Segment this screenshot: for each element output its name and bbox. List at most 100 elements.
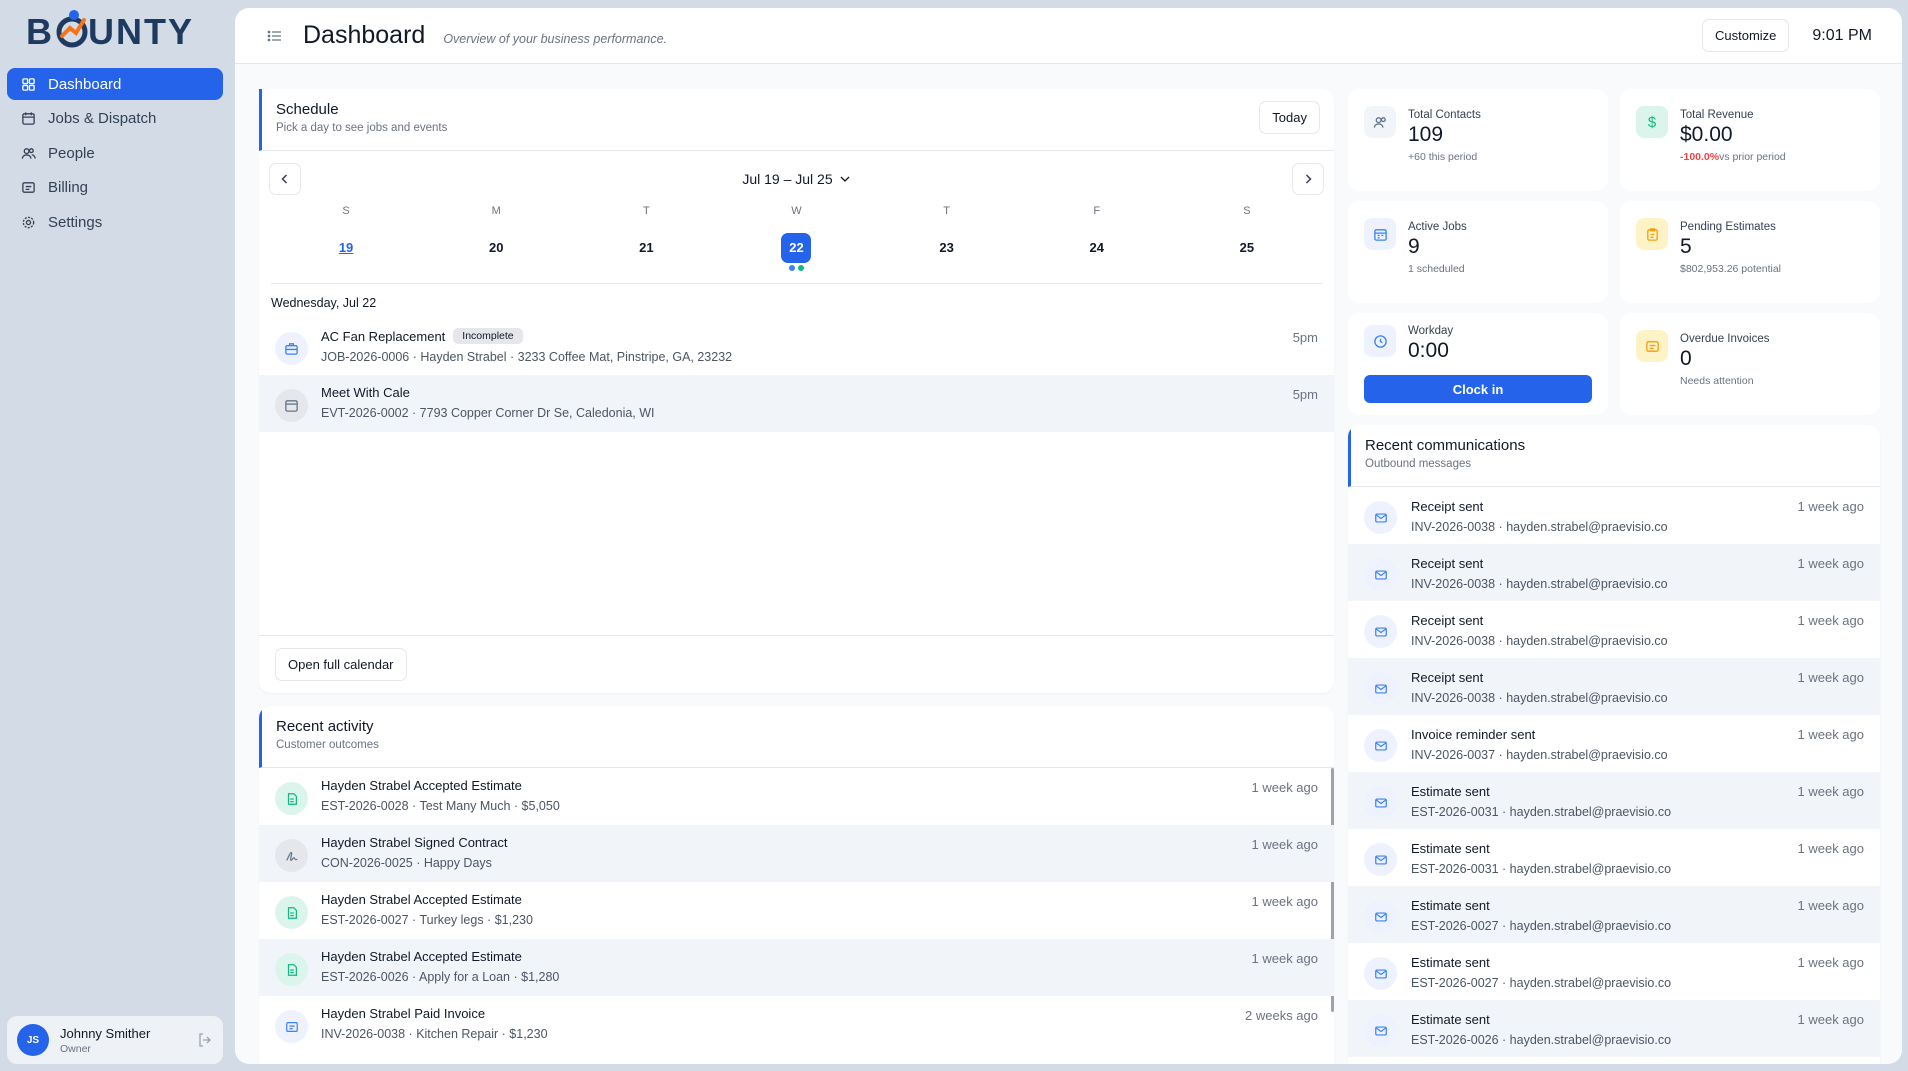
main-panel: Dashboard Overview of your business perf… [235, 8, 1902, 1064]
prev-week-button[interactable] [269, 163, 301, 195]
event-time: 5pm [1292, 330, 1318, 345]
communication-title: Invoice reminder sent [1411, 727, 1536, 742]
sidebar-item-billing[interactable]: Billing [7, 172, 223, 204]
stat-total-revenue[interactable]: $ Total Revenue $0.00 -100.0%vs prior peri… [1620, 89, 1880, 191]
stat-total-contacts[interactable]: Total Contacts 109 +60 this period [1348, 89, 1608, 191]
chevron-left-icon [281, 174, 288, 184]
stat-workday: Workday 0:00 Clock in [1348, 313, 1608, 415]
open-full-calendar-button[interactable]: Open full calendar [275, 648, 407, 681]
day-column[interactable]: T 21 [571, 199, 721, 273]
activity-details: EST-2026-0026 · Apply for a Loan · $1,28… [321, 970, 560, 984]
sidebar-item-label: Settings [48, 213, 103, 231]
day-column[interactable]: S 25 [1172, 199, 1322, 273]
communication-details: INV-2026-0038 · hayden.strabel@praevisio… [1411, 634, 1668, 648]
sidebar-nav: Dashboard Jobs & Dispatch People Billing… [7, 68, 223, 241]
day-column[interactable]: S 19 [271, 199, 421, 273]
user-card[interactable]: JS Johnny Smither Owner [7, 1016, 223, 1064]
communication-time: 1 week ago [1797, 499, 1865, 514]
week-range-label: Jul 19 – Jul 25 [742, 171, 833, 187]
day-number[interactable]: 21 [631, 233, 661, 263]
event-details: EVT-2026-0002 · 7793 Copper Corner Dr Se… [321, 406, 655, 420]
day-column[interactable]: W 22 [721, 199, 871, 273]
sidebar-item-settings[interactable]: Settings [7, 206, 223, 238]
communication-item[interactable]: Invoice reminder sent INV-2026-0037 · hay… [1348, 715, 1880, 772]
communication-item[interactable]: Receipt sent INV-2026-0038 · hayden.strab… [1348, 487, 1880, 544]
page-subtitle: Overview of your business performance. [443, 31, 668, 46]
communication-item[interactable]: Estimate sent EST-2026-0026 · hayden.stra… [1348, 1000, 1880, 1057]
activity-item[interactable]: Hayden Strabel Accepted Estimate EST-2026… [259, 768, 1334, 825]
communication-title: Estimate sent [1411, 841, 1490, 856]
users-icon [21, 147, 36, 159]
stat-change: -100.0% [1680, 151, 1720, 163]
invoice-icon [1636, 330, 1668, 362]
week-range-selector[interactable]: Jul 19 – Jul 25 [742, 171, 850, 187]
sidebar-item-dashboard[interactable]: Dashboard [7, 68, 223, 100]
day-letter: M [491, 205, 501, 217]
estimate-icon [275, 782, 308, 815]
event-title: AC Fan Replacement [321, 328, 446, 344]
communication-item[interactable]: Estimate sent EST-2026-0027 · hayden.stra… [1348, 886, 1880, 943]
event-details: JOB-2026-0006 · Hayden Strabel · 3233 Co… [321, 350, 733, 364]
clock-in-button[interactable]: Clock in [1364, 375, 1592, 403]
communication-item[interactable]: Estimate sent EST-2026-0031 · hayden.stra… [1348, 772, 1880, 829]
sidebar-item-jobs-dispatch[interactable]: Jobs & Dispatch [7, 103, 223, 135]
stat-label: Active Jobs [1408, 221, 1467, 233]
chevron-right-icon [1305, 174, 1312, 184]
schedule-event[interactable]: Meet With Cale EVT-2026-0002 · 7793 Copp… [259, 375, 1334, 432]
communications-title: Recent communications [1365, 437, 1526, 454]
communication-item[interactable]: Estimate sent EST-2026-0031 · hayden.stra… [1348, 829, 1880, 886]
day-number[interactable]: 19 [331, 233, 361, 263]
stat-active-jobs[interactable]: Active Jobs 9 1 scheduled [1348, 201, 1608, 303]
communication-time: 1 week ago [1797, 727, 1865, 742]
activity-item[interactable]: Hayden Strabel Accepted Estimate EST-2026… [259, 882, 1334, 939]
activity-item[interactable]: Hayden Strabel Accepted Estimate EST-2026… [259, 939, 1334, 996]
communication-time: 1 week ago [1797, 955, 1865, 970]
activity-item[interactable]: Hayden Strabel Signed Contract CON-2026-0… [259, 825, 1334, 882]
logout-icon[interactable] [197, 1032, 213, 1048]
activity-title-text: Hayden Strabel Signed Contract [321, 835, 508, 850]
communication-details: INV-2026-0038 · hayden.strabel@praevisio… [1411, 577, 1668, 591]
menu-icon[interactable] [267, 28, 283, 44]
communication-title: Estimate sent [1411, 784, 1490, 799]
communication-item[interactable]: Receipt sent INV-2026-0038 · hayden.strab… [1348, 658, 1880, 715]
today-button[interactable]: Today [1259, 101, 1320, 134]
clock-icon [1364, 325, 1396, 357]
day-number-selected[interactable]: 22 [781, 233, 812, 263]
day-column[interactable]: T 23 [872, 199, 1022, 273]
svg-text:UNTY: UNTY [88, 11, 194, 52]
svg-text:B: B [26, 11, 54, 52]
customize-button[interactable]: Customize [1701, 19, 1790, 52]
day-number[interactable]: 23 [932, 233, 962, 263]
stat-overdue-invoices[interactable]: Overdue Invoices 0 Needs attention [1620, 313, 1880, 415]
sidebar-item-people[interactable]: People [7, 137, 223, 169]
day-number[interactable]: 25 [1232, 233, 1262, 263]
communication-item[interactable]: Receipt sent INV-2026-0038 · hayden.strab… [1348, 601, 1880, 658]
schedule-event[interactable]: AC Fan Replacement Incomplete JOB-2026-00… [259, 318, 1334, 375]
day-number[interactable]: 24 [1082, 233, 1112, 263]
communication-details: EST-2026-0031 · hayden.strabel@praevisio… [1411, 805, 1672, 819]
communication-details: EST-2026-0031 · hayden.strabel@praevisio… [1411, 862, 1672, 876]
stat-note: Needs attention [1680, 375, 1754, 387]
stat-note: +60 this period [1408, 151, 1478, 163]
activity-time: 1 week ago [1251, 837, 1319, 852]
communication-item[interactable]: Estimate sent EST-2026-0027 · hayden.stra… [1348, 943, 1880, 1000]
day-number[interactable]: 20 [481, 233, 511, 263]
stat-pending-estimates[interactable]: Pending Estimates 5 $802,953.26 potential [1620, 201, 1880, 303]
next-week-button[interactable] [1291, 163, 1324, 195]
estimate-icon [275, 896, 308, 929]
users-icon [1364, 106, 1396, 138]
day-column[interactable]: M 20 [421, 199, 571, 273]
sidebar-item-label: Dashboard [48, 75, 122, 93]
day-letter: W [791, 205, 802, 217]
bounty-logo[interactable]: B UNTY [26, 6, 216, 52]
communication-time: 1 week ago [1797, 784, 1865, 799]
day-column[interactable]: F 24 [1022, 199, 1172, 273]
activity-title-text: Hayden Strabel Paid Invoice [321, 1006, 486, 1021]
stat-label: Pending Estimates [1680, 221, 1776, 233]
activity-item[interactable]: Hayden Strabel Paid Invoice INV-2026-0038… [259, 996, 1334, 1053]
communication-item[interactable]: Receipt sent INV-2026-0038 · hayden.strab… [1348, 544, 1880, 601]
mail-icon [1364, 672, 1397, 705]
clock-time: 9:01 PM [1812, 26, 1872, 44]
stat-value: 109 [1408, 123, 1444, 146]
stat-note: 1 scheduled [1408, 263, 1465, 275]
